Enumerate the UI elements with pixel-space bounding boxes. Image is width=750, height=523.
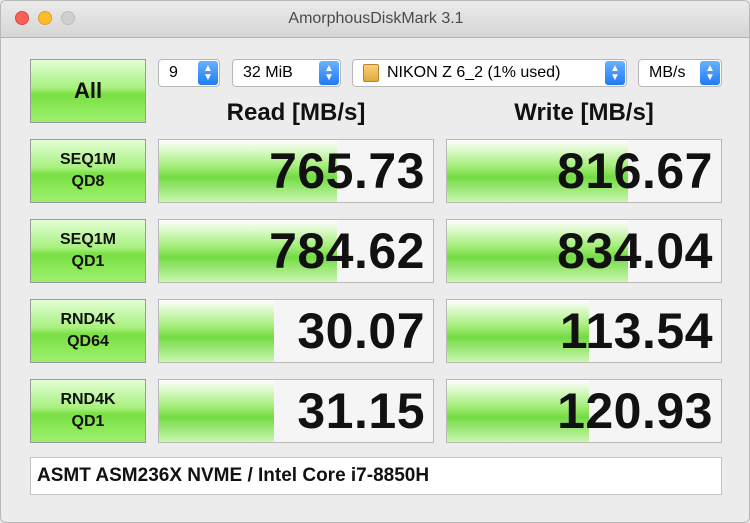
write-result: 834.04 [446, 219, 722, 283]
write-value: 816.67 [557, 143, 713, 199]
write-column-header: Write [MB/s] [514, 99, 654, 126]
read-result: 765.73 [158, 139, 434, 203]
read-column-header: Read [MB/s] [226, 99, 366, 126]
test-button-seq1m-qd1[interactable]: SEQ1M QD1 [30, 219, 146, 283]
comment-field[interactable]: ASMT ASM236X NVME / Intel Core i7-8850H [30, 457, 722, 495]
chevron-updown-icon: ▲ ▼ [319, 61, 339, 85]
app-window: AmorphousDiskMark 3.1 All 9 ▲ ▼ 32 MiB ▲ ▼… [0, 0, 750, 523]
test-button-line2: QD8 [71, 173, 105, 190]
run-all-button[interactable]: All [30, 59, 146, 123]
write-value: 113.54 [559, 303, 713, 359]
chevron-updown-icon: ▲ ▼ [198, 61, 218, 85]
window-title: AmorphousDiskMark 3.1 [288, 10, 464, 27]
read-progress-fill [159, 380, 275, 442]
read-result: 30.07 [158, 299, 434, 363]
chevron-updown-icon: ▲ ▼ [700, 61, 720, 85]
read-result: 784.62 [158, 219, 434, 283]
test-button-line1: SEQ1M [59, 231, 116, 248]
title-bar: AmorphousDiskMark 3.1 [1, 1, 749, 38]
test-button-line1: SEQ1M [59, 151, 116, 168]
test-button-line1: RND4K [60, 391, 116, 408]
test-size-select[interactable]: 32 MiB ▲ ▼ [232, 59, 341, 87]
test-size-value: 32 MiB [243, 64, 293, 81]
unit-value: MB/s [649, 64, 686, 81]
write-result: 113.54 [446, 299, 722, 363]
test-count-select[interactable]: 9 ▲ ▼ [158, 59, 220, 87]
read-progress-fill [159, 300, 275, 362]
read-value: 31.15 [297, 383, 425, 439]
test-count-value: 9 [169, 64, 178, 81]
write-result: 816.67 [446, 139, 722, 203]
write-result: 120.93 [446, 379, 722, 443]
test-button-rnd4k-qd1[interactable]: RND4K QD1 [30, 379, 146, 443]
read-value: 30.07 [297, 303, 425, 359]
test-button-line1: RND4K [60, 311, 116, 328]
test-button-rnd4k-qd64[interactable]: RND4K QD64 [30, 299, 146, 363]
drive-select[interactable]: NIKON Z 6_2 (1% used) ▲ ▼ [352, 59, 627, 87]
read-value: 765.73 [269, 143, 425, 199]
write-value: 834.04 [557, 223, 713, 279]
drive-value: NIKON Z 6_2 (1% used) [387, 64, 561, 81]
test-button-line2: QD1 [71, 253, 105, 270]
test-button-line2: QD1 [71, 413, 105, 430]
chevron-updown-icon: ▲ ▼ [605, 61, 625, 85]
unit-select[interactable]: MB/s ▲ ▼ [638, 59, 722, 87]
test-button-line2: QD64 [67, 333, 109, 350]
read-value: 784.62 [269, 223, 425, 279]
read-result: 31.15 [158, 379, 434, 443]
drive-icon [363, 64, 379, 82]
write-value: 120.93 [557, 383, 713, 439]
test-button-seq1m-qd8[interactable]: SEQ1M QD8 [30, 139, 146, 203]
